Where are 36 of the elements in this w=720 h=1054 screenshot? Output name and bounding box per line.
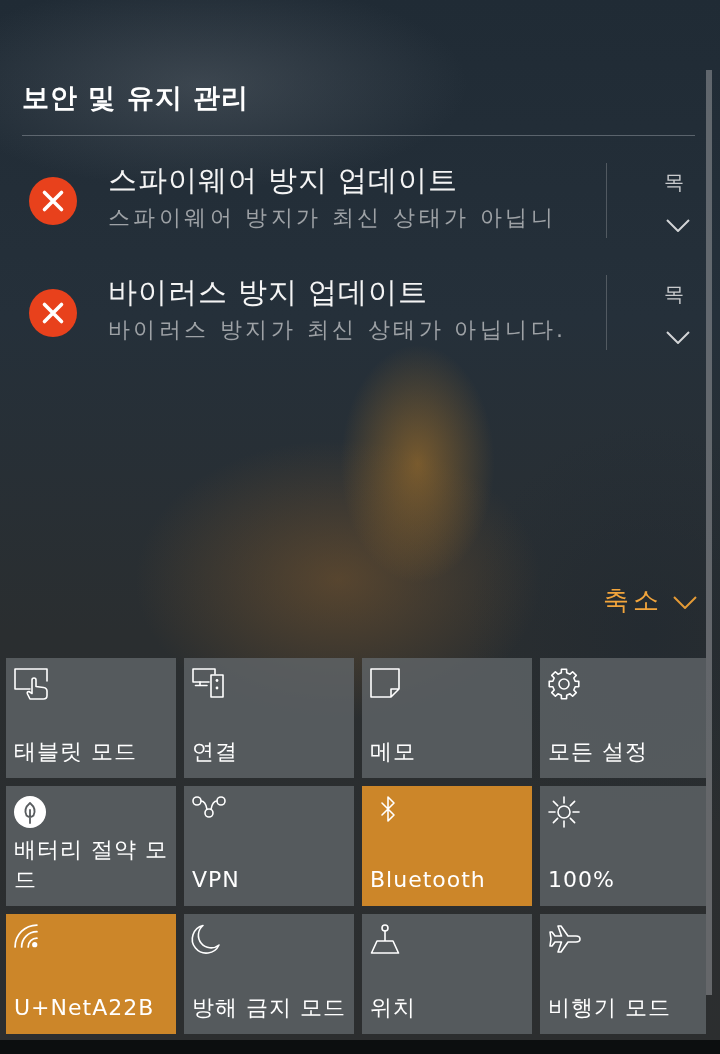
notification-time: 목 [664,281,684,308]
quick-action-tile[interactable]: 방해 금지 모드 [184,914,354,1034]
notification-text: 스파이웨어 방지가 최신 상태가 아닙니 [108,204,556,232]
quick-action-tile[interactable]: 100% [540,786,706,906]
error-icon [29,288,77,337]
group-title: 보안 및 유지 관리 [22,81,250,115]
linked-loops-icon [192,796,226,818]
quick-action-tile[interactable]: 연결 [184,658,354,778]
quick-action-tile[interactable]: 메모 [362,658,532,778]
collapse-button[interactable]: 축소 [603,583,697,617]
monitor-phone-icon [192,668,224,698]
airplane-icon [548,924,582,954]
sun-icon [548,796,580,828]
sticky-note-icon [370,668,400,698]
moon-icon [192,924,220,954]
error-icon [29,176,77,225]
chevron-down-icon[interactable] [666,219,690,232]
quick-action-tile[interactable]: 태블릿 모드 [6,658,176,778]
quick-action-tile[interactable]: 배터리 절약 모드 [6,786,176,906]
quick-action-tile[interactable]: 비행기 모드 [540,914,706,1034]
scroll-bar[interactable] [706,70,712,995]
quick-action-tile[interactable]: 모든 설정 [540,658,706,778]
tablet-pointer-icon [14,668,48,700]
notification-title: 바이러스 방지 업데이트 [108,275,429,309]
notification-title: 스파이웨어 방지 업데이트 [108,163,459,197]
quick-action-tile[interactable]: 위치 [362,914,532,1034]
wifi-icon [14,924,38,948]
chevron-down-icon[interactable] [666,331,690,344]
notification-text: 바이러스 방지가 최신 상태가 아닙니다. [108,316,567,344]
leaf-icon [14,796,46,828]
chevron-down-icon [673,595,697,609]
notification-time: 목 [664,169,684,196]
quick-action-tile[interactable]: VPN [184,786,354,906]
pin-on-base-icon [370,924,400,954]
settings-icon [548,668,580,700]
bluetooth-icon [380,796,396,822]
